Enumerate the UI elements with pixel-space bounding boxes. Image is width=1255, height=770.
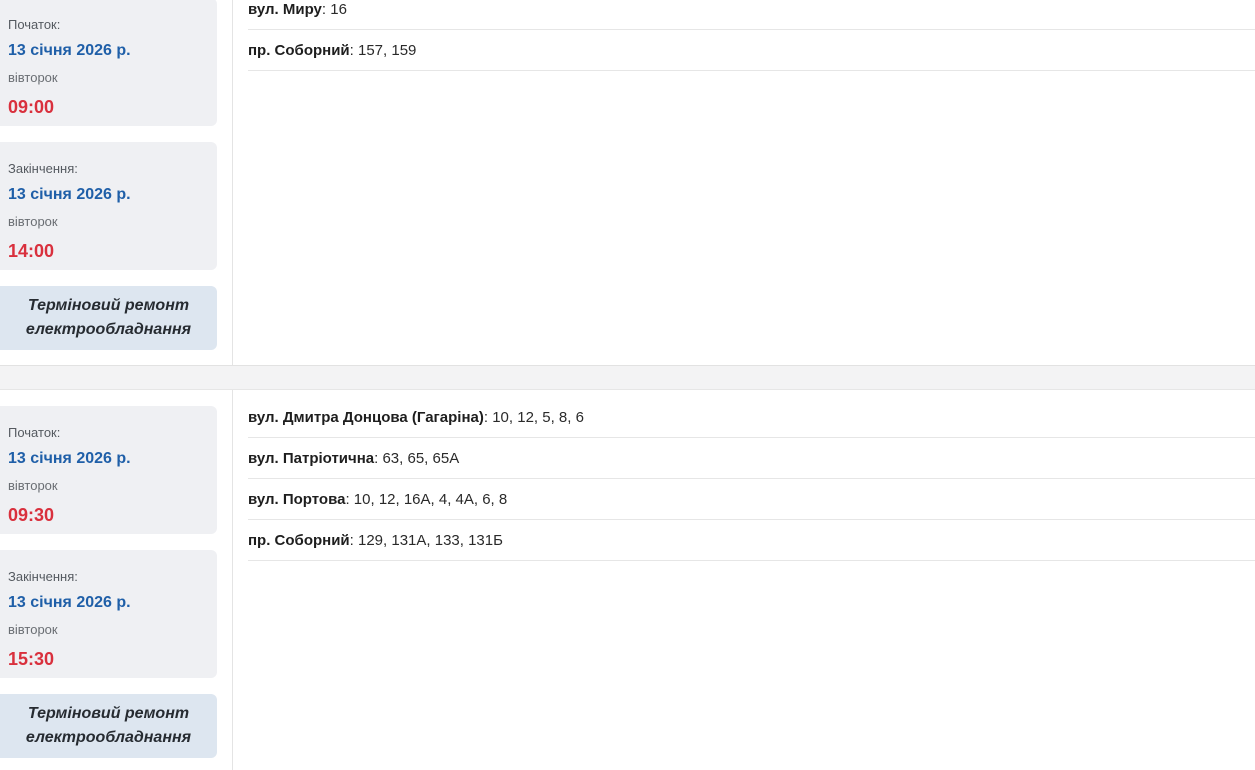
- address-row: вул. Дмитра Донцова (Гагаріна): 10, 12, …: [248, 397, 1255, 438]
- start-date: 13 січня 2026 р.: [8, 42, 131, 59]
- outage-time-sidebar: Початок: 13 січня 2026 р. вівторок 09:30…: [0, 390, 233, 770]
- street-name: вул. Портова: [248, 490, 346, 508]
- outage-card: Початок: 13 січня 2026 р. вівторок 09:30…: [0, 389, 1255, 770]
- end-label: Закінчення:: [8, 161, 78, 176]
- address-list: вул. Дмитра Донцова (Гагаріна): 10, 12, …: [248, 397, 1255, 561]
- start-weekday: вівторок: [8, 70, 58, 85]
- end-date: 13 січня 2026 р.: [8, 594, 131, 611]
- end-time-block: Закінчення: 13 січня 2026 р. вівторок 15…: [0, 550, 217, 678]
- start-label: Початок:: [8, 425, 61, 440]
- reason-line-1: Терміновий ремонт: [27, 297, 190, 314]
- end-time-block: Закінчення: 13 січня 2026 р. вівторок 14…: [0, 142, 217, 270]
- end-time: 15:30: [8, 649, 55, 669]
- end-label: Закінчення:: [8, 569, 78, 584]
- outage-reason: Терміновий ремонт електрообладнання: [0, 286, 217, 350]
- address-row: вул. Миру: 16: [248, 0, 1255, 30]
- outage-time-sidebar: Початок: 13 січня 2026 р. вівторок 09:00…: [0, 0, 233, 365]
- street-name: вул. Миру: [248, 0, 322, 18]
- house-numbers: 63, 65, 65А: [382, 449, 460, 467]
- reason-line-2: електрообладнання: [25, 729, 192, 746]
- house-numbers: 129, 131А, 133, 131Б: [358, 531, 503, 549]
- end-weekday: вівторок: [8, 622, 58, 637]
- end-weekday: вівторок: [8, 214, 58, 229]
- house-numbers: 10, 12, 5, 8, 6: [492, 408, 584, 426]
- house-numbers: 10, 12, 16А, 4, 4А, 6, 8: [353, 490, 508, 508]
- end-date: 13 січня 2026 р.: [8, 186, 131, 203]
- address-row: пр. Соборний: 129, 131А, 133, 131Б: [248, 520, 1255, 561]
- start-time-block: Початок: 13 січня 2026 р. вівторок 09:30: [0, 406, 217, 534]
- start-time: 09:30: [8, 505, 55, 525]
- outage-card: Початок: 13 січня 2026 р. вівторок 09:00…: [0, 0, 1255, 366]
- outage-reason: Терміновий ремонт електрообладнання: [0, 694, 217, 758]
- start-date: 13 січня 2026 р.: [8, 450, 131, 467]
- address-list: вул. Миру: 16 пр. Соборний: 157, 159: [248, 0, 1255, 71]
- address-row: вул. Патріотична: 63, 65, 65А: [248, 438, 1255, 479]
- start-label: Початок:: [8, 17, 61, 32]
- street-name: вул. Патріотична: [248, 449, 375, 467]
- house-numbers: 157, 159: [358, 41, 417, 59]
- address-row: вул. Портова: 10, 12, 16А, 4, 4А, 6, 8: [248, 479, 1255, 520]
- street-name: пр. Соборний: [248, 531, 350, 549]
- start-time-block: Початок: 13 січня 2026 р. вівторок 09:00: [0, 0, 217, 126]
- end-time: 14:00: [8, 241, 55, 261]
- reason-line-2: електрообладнання: [25, 321, 192, 338]
- house-numbers: 16: [330, 0, 347, 18]
- reason-line-1: Терміновий ремонт: [27, 705, 190, 722]
- street-name: пр. Соборний: [248, 41, 350, 59]
- start-weekday: вівторок: [8, 478, 58, 493]
- street-name: вул. Дмитра Донцова (Гагаріна): [248, 408, 484, 426]
- address-row: пр. Соборний: 157, 159: [248, 30, 1255, 71]
- start-time: 09:00: [8, 97, 55, 117]
